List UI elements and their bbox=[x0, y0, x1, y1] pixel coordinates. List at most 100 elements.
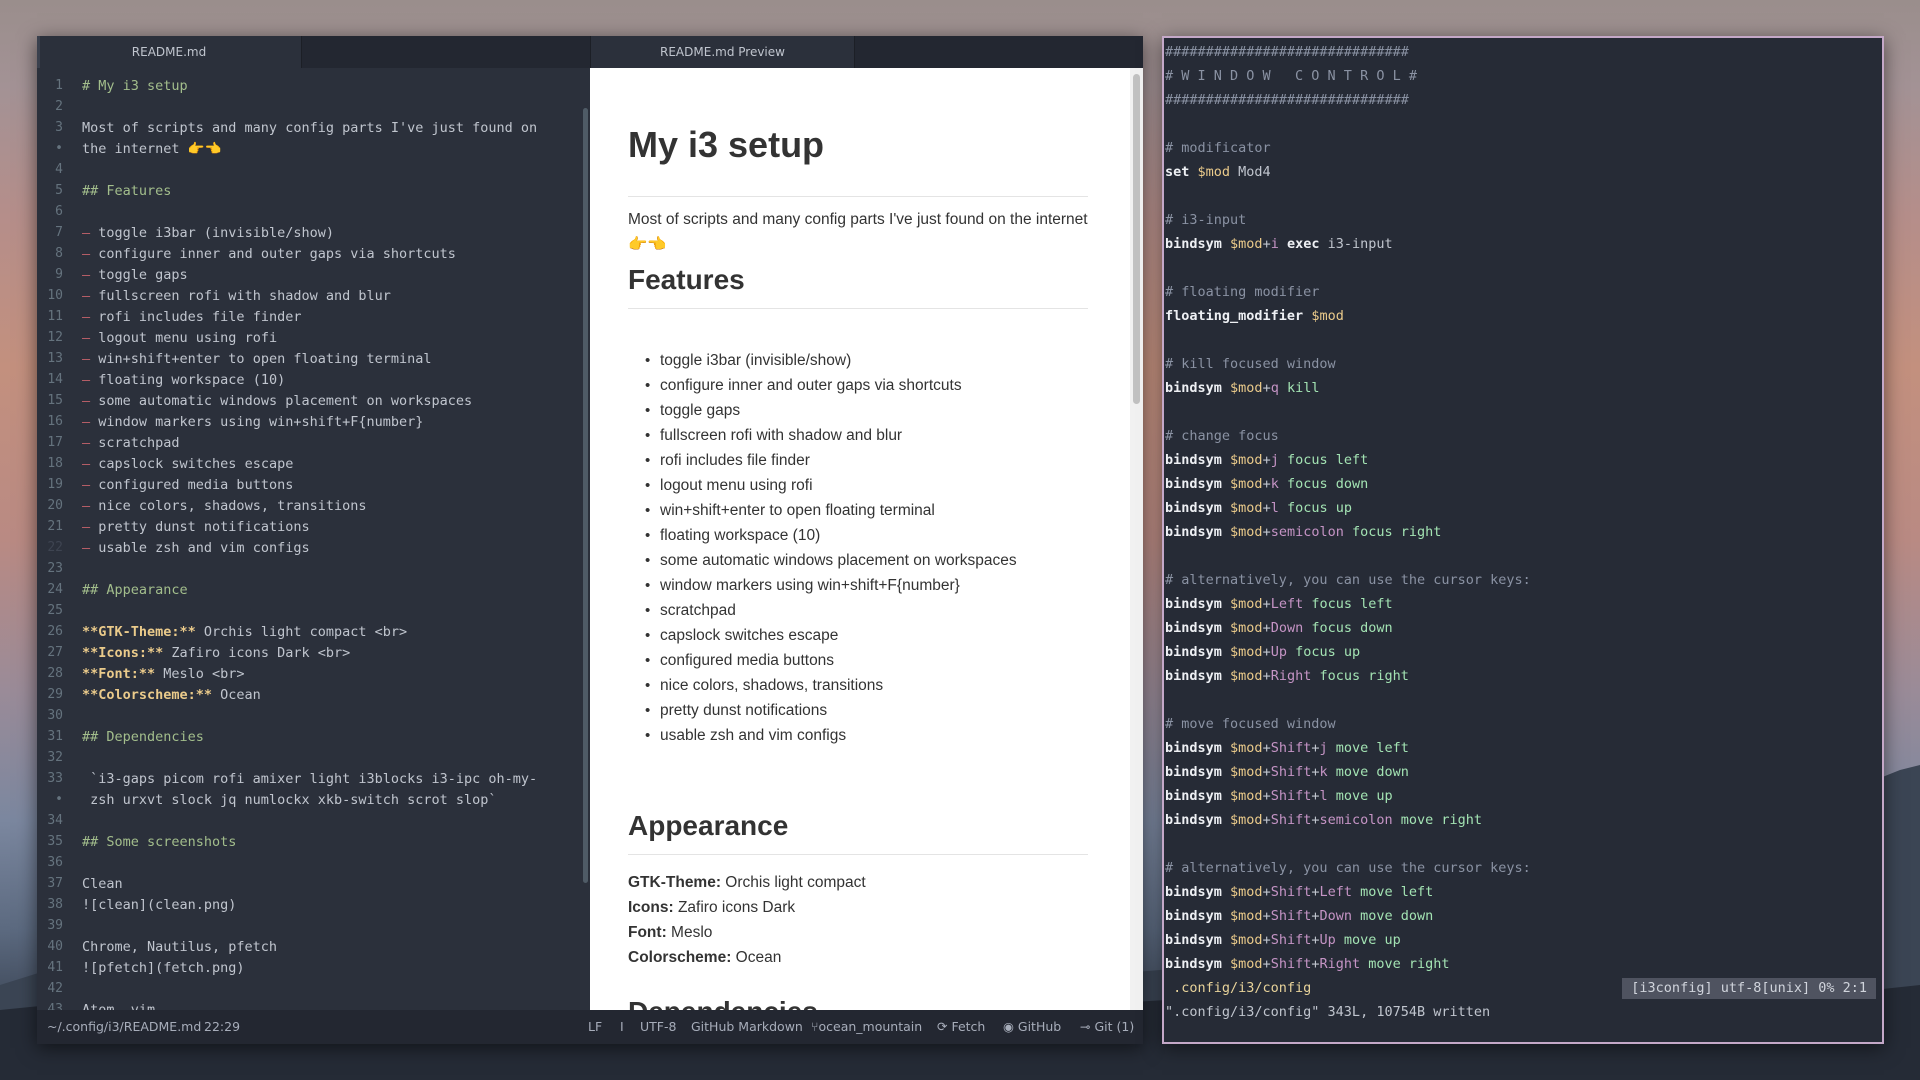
fetch-button[interactable]: ⟳ Fetch bbox=[937, 1010, 985, 1044]
line-number: 19 bbox=[47, 477, 63, 492]
code-line: **GTK-Theme:** Orchis light compact <br> bbox=[82, 624, 408, 640]
line-number: 22 bbox=[47, 540, 63, 555]
vim-line: ############################## bbox=[1165, 92, 1409, 108]
code-line: ## Dependencies bbox=[82, 729, 204, 745]
line-number: 15 bbox=[47, 393, 63, 408]
code-line: – floating workspace (10) bbox=[82, 372, 286, 388]
fetch-label: Fetch bbox=[951, 1019, 986, 1034]
line-number: 23 bbox=[47, 561, 63, 576]
preview-scrollbar[interactable] bbox=[1130, 68, 1143, 1010]
tab-bar: README.md README.md Preview bbox=[37, 36, 1143, 68]
code-line: **Icons:** Zafiro icons Dark <br> bbox=[82, 645, 351, 661]
code-line: – pretty dunst notifications bbox=[82, 519, 310, 535]
line-number: 18 bbox=[47, 456, 63, 471]
appearance-item: Font: Meslo bbox=[628, 924, 713, 941]
line-number: 33 bbox=[47, 771, 63, 786]
feature-list-item: rofi includes file finder bbox=[645, 452, 810, 470]
line-number: 35 bbox=[47, 834, 63, 849]
code-line: ## Features bbox=[82, 183, 172, 199]
heading-dependencies: Dependencies bbox=[628, 996, 818, 1010]
vim-line: bindsym $mod+Shift+Up move up bbox=[1165, 932, 1401, 948]
vim-line: bindsym $mod+Shift+j move left bbox=[1165, 740, 1409, 756]
feature-list-item: capslock switches escape bbox=[645, 627, 838, 645]
code-line: – scratchpad bbox=[82, 435, 180, 451]
divider bbox=[628, 854, 1088, 855]
line-number: 11 bbox=[47, 309, 63, 324]
vim-line: # move focused window bbox=[1165, 716, 1336, 732]
code-editor[interactable]: 1 2 3 • 4 5 6 7 8 9 10 11 12 13 14 15 16 17 18 19 20 21 22 23 24… bbox=[37, 68, 590, 1010]
line-number: 26 bbox=[47, 624, 63, 639]
code-line: **Font:** Meslo <br> bbox=[82, 666, 245, 682]
line-ending[interactable]: LF bbox=[588, 1010, 602, 1044]
line-number: 38 bbox=[47, 897, 63, 912]
feature-list-item: toggle gaps bbox=[645, 402, 740, 420]
vim-line: bindsym $mod+Left focus left bbox=[1165, 596, 1393, 612]
code-line: – configure inner and outer gaps via sho… bbox=[82, 246, 456, 262]
vim-line: bindsym $mod+Shift+Down move down bbox=[1165, 908, 1434, 924]
vim-line: set $mod Mod4 bbox=[1165, 164, 1271, 180]
vim-line: bindsym $mod+j focus left bbox=[1165, 452, 1369, 468]
cursor-type[interactable]: I bbox=[620, 1010, 624, 1044]
vim-line: bindsym $mod+Up focus up bbox=[1165, 644, 1361, 660]
feature-list-item: win+shift+enter to open floating termina… bbox=[645, 502, 935, 520]
line-number: 34 bbox=[47, 813, 63, 828]
git-commit-icon: ⊸ bbox=[1080, 1019, 1095, 1034]
line-number: 31 bbox=[47, 729, 63, 744]
line-number: 20 bbox=[47, 498, 63, 513]
status-bar: ~/.config/i3/README.md 22:29 LF I UTF-8 … bbox=[37, 1010, 1143, 1044]
git-button[interactable]: ⊸ Git (1) bbox=[1080, 1010, 1134, 1044]
vim-line: bindsym $mod+semicolon focus right bbox=[1165, 524, 1442, 540]
branch-label: ocean_mountain bbox=[818, 1019, 923, 1034]
vim-status-line: [i3config] utf-8[unix] 0% 2:1 bbox=[1622, 978, 1876, 999]
feature-list-item: configure inner and outer gaps via short… bbox=[645, 377, 962, 395]
line-number: 21 bbox=[47, 519, 63, 534]
file-path[interactable]: ~/.config/i3/README.md bbox=[47, 1010, 201, 1044]
code-line: Clean bbox=[82, 876, 123, 892]
code-line: – window markers using win+shift+F{numbe… bbox=[82, 414, 424, 430]
editor-scrollbar[interactable] bbox=[583, 108, 588, 883]
line-number: 8 bbox=[55, 246, 63, 261]
line-number: 3 bbox=[55, 120, 63, 135]
code-line: – logout menu using rofi bbox=[82, 330, 278, 346]
line-number: 41 bbox=[47, 960, 63, 975]
code-line: `i3-gaps picom rofi amixer light i3block… bbox=[82, 771, 538, 787]
github-button[interactable]: ◉ GitHub bbox=[1003, 1010, 1061, 1044]
vim-line: floating_modifier $mod bbox=[1165, 308, 1344, 324]
code-line: – nice colors, shadows, transitions bbox=[82, 498, 367, 514]
line-number: 28 bbox=[47, 666, 63, 681]
line-number: 36 bbox=[47, 855, 63, 870]
terminal-window[interactable]: ############################## # W I N D … bbox=[1162, 36, 1884, 1044]
feature-list-item: window markers using win+shift+F{number} bbox=[645, 577, 960, 595]
git-branch[interactable]: ⑂ocean_mountain bbox=[811, 1010, 922, 1044]
line-number: 5 bbox=[55, 183, 63, 198]
vim-line: bindsym $mod+k focus down bbox=[1165, 476, 1369, 492]
vim-line: bindsym $mod+Right focus right bbox=[1165, 668, 1409, 684]
appearance-item: GTK-Theme: Orchis light compact bbox=[628, 874, 866, 891]
tab-readme-preview[interactable]: README.md Preview bbox=[590, 36, 855, 68]
divider bbox=[628, 196, 1088, 197]
preview-scroll-thumb[interactable] bbox=[1133, 74, 1140, 404]
line-number: 17 bbox=[47, 435, 63, 450]
tab-readme[interactable]: README.md bbox=[37, 36, 302, 68]
vim-line: # i3-input bbox=[1165, 212, 1247, 228]
code-line: ![clean](clean.png) bbox=[82, 897, 237, 913]
cursor-position[interactable]: 22:29 bbox=[204, 1010, 240, 1044]
feature-list-item: floating workspace (10) bbox=[645, 527, 820, 545]
vim-line: bindsym $mod+i exec i3-input bbox=[1165, 236, 1393, 252]
line-number: • bbox=[55, 141, 63, 156]
line-number: • bbox=[55, 792, 63, 807]
line-number: 1 bbox=[55, 78, 63, 93]
line-number: 32 bbox=[47, 750, 63, 765]
feature-list-item: pretty dunst notifications bbox=[645, 702, 827, 720]
code-line: – usable zsh and vim configs bbox=[82, 540, 310, 556]
line-number: 42 bbox=[47, 981, 63, 996]
heading-appearance: Appearance bbox=[628, 810, 789, 841]
encoding[interactable]: UTF-8 bbox=[640, 1010, 676, 1044]
feature-list-item: toggle i3bar (invisible/show) bbox=[645, 352, 851, 370]
line-number: 13 bbox=[47, 351, 63, 366]
vim-line: # W I N D O W C O N T R O L # bbox=[1165, 68, 1417, 84]
feature-list-item: configured media buttons bbox=[645, 652, 834, 670]
grammar[interactable]: GitHub Markdown bbox=[691, 1010, 803, 1044]
feature-list-item: logout menu using rofi bbox=[645, 477, 812, 495]
code-line: the internet 👉👈 bbox=[82, 141, 222, 157]
